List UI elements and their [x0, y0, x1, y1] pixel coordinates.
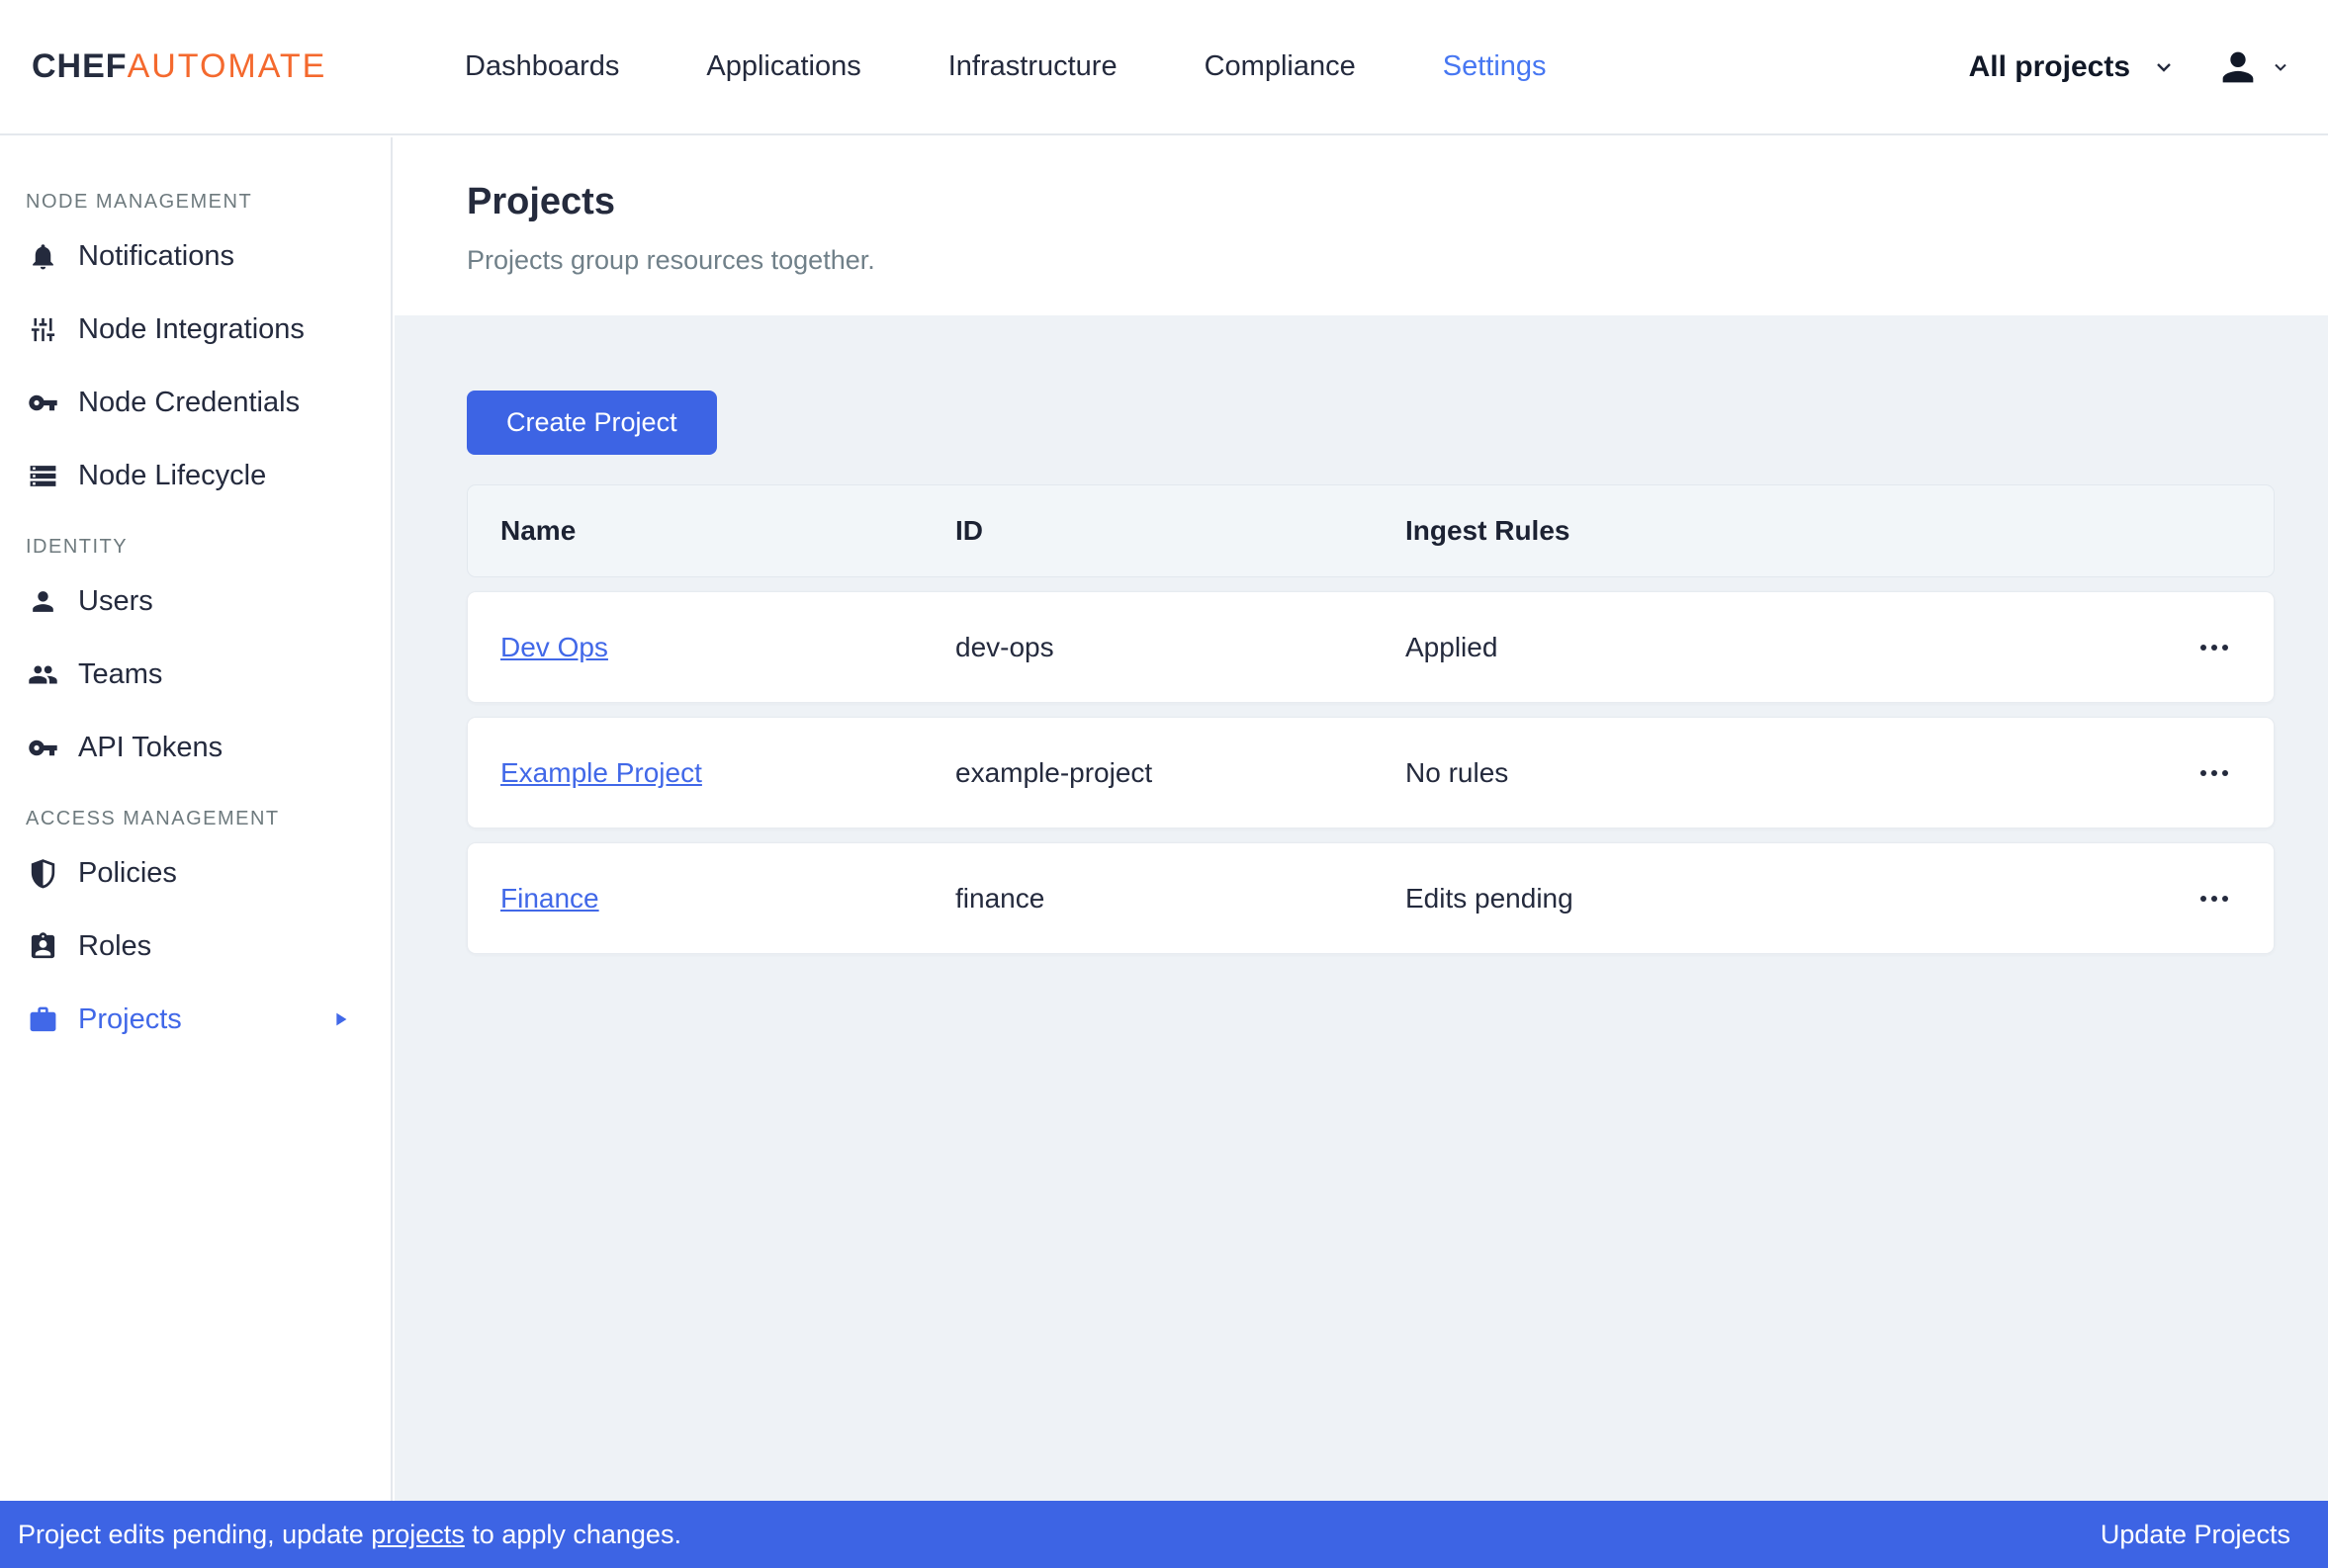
nav-right-controls: All projects: [1969, 44, 2290, 90]
sidebar-item-api-tokens[interactable]: API Tokens: [0, 711, 391, 784]
storage-icon: [28, 461, 58, 491]
sidebar-item-roles[interactable]: Roles: [0, 910, 391, 983]
ellipsis-icon[interactable]: [2194, 633, 2234, 662]
page-subtitle: Projects group resources together.: [467, 245, 2328, 276]
shield-icon: [28, 858, 58, 889]
nav-tabs: Dashboards Applications Infrastructure C…: [465, 50, 1547, 83]
play-arrow-icon[interactable]: [329, 1008, 351, 1030]
column-header-name: Name: [500, 515, 955, 547]
banner-message-prefix: Project edits pending, update: [18, 1520, 371, 1549]
table-row: Example Project example-project No rules: [467, 717, 2275, 828]
pending-edits-banner: Project edits pending, update projects t…: [0, 1501, 2328, 1568]
sidebar-item-label: API Tokens: [78, 732, 223, 764]
project-id: finance: [955, 883, 1405, 915]
banner-projects-link[interactable]: projects: [371, 1520, 465, 1549]
tab-dashboards[interactable]: Dashboards: [465, 50, 619, 83]
sidebar-item-teams[interactable]: Teams: [0, 638, 391, 711]
chef-automate-logo[interactable]: CHEFAUTOMATE: [32, 47, 326, 86]
sidebar-item-projects[interactable]: Projects: [0, 983, 391, 1056]
briefcase-icon: [28, 1004, 58, 1035]
ingest-rules-status: Edits pending: [1405, 883, 2145, 915]
banner-message-suffix: to apply changes.: [465, 1520, 681, 1549]
sidebar-item-label: Roles: [78, 930, 151, 963]
tab-infrastructure[interactable]: Infrastructure: [948, 50, 1118, 83]
sidebar-item-label: Node Integrations: [78, 313, 305, 346]
table-header-row: Name ID Ingest Rules: [467, 484, 2275, 577]
sidebar-item-label: Users: [78, 585, 153, 618]
person-icon: [28, 586, 58, 617]
logo-automate: AUTOMATE: [128, 47, 327, 85]
projects-content: Create Project Name ID Ingest Rules Dev …: [395, 315, 2328, 954]
people-icon: [28, 659, 58, 690]
chevron-down-icon: [2271, 57, 2290, 77]
ingest-rules-status: No rules: [1405, 757, 2145, 789]
column-header-id: ID: [955, 515, 1405, 547]
sidebar-item-label: Node Credentials: [78, 387, 300, 419]
sidebar-item-notifications[interactable]: Notifications: [0, 219, 391, 293]
project-id: dev-ops: [955, 632, 1405, 663]
sidebar-item-node-lifecycle[interactable]: Node Lifecycle: [0, 439, 391, 512]
table-row: Finance finance Edits pending: [467, 842, 2275, 954]
create-project-button[interactable]: Create Project: [467, 391, 717, 455]
logo-chef: CHEF: [32, 47, 128, 85]
badge-icon: [28, 931, 58, 962]
ellipsis-icon[interactable]: [2194, 884, 2234, 914]
main-content: Projects Projects group resources togeth…: [395, 137, 2328, 1501]
sidebar-item-node-credentials[interactable]: Node Credentials: [0, 366, 391, 439]
user-menu[interactable]: [2215, 44, 2290, 90]
sidebar-section-node-management: NODE MANAGEMENT: [26, 191, 391, 214]
banner-message: Project edits pending, update projects t…: [18, 1520, 681, 1550]
sidebar-item-node-integrations[interactable]: Node Integrations: [0, 293, 391, 366]
bell-icon: [28, 241, 58, 272]
sidebar-section-identity: IDENTITY: [26, 536, 391, 559]
column-header-ingest-rules: Ingest Rules: [1405, 515, 2145, 547]
tab-settings[interactable]: Settings: [1443, 50, 1547, 83]
key-icon: [28, 388, 58, 418]
page-header: Projects Projects group resources togeth…: [395, 137, 2328, 315]
settings-sidebar: NODE MANAGEMENT Notifications Node Integ…: [0, 137, 393, 1501]
sidebar-item-label: Projects: [78, 1003, 182, 1036]
sidebar-item-policies[interactable]: Policies: [0, 836, 391, 910]
user-avatar-icon: [2215, 44, 2261, 90]
sidebar-item-label: Policies: [78, 857, 177, 890]
tab-applications[interactable]: Applications: [706, 50, 860, 83]
sidebar-item-users[interactable]: Users: [0, 565, 391, 638]
project-id: example-project: [955, 757, 1405, 789]
page-title: Projects: [467, 181, 2328, 223]
projects-filter-dropdown[interactable]: All projects: [1969, 50, 2176, 84]
key-icon: [28, 733, 58, 763]
ellipsis-icon[interactable]: [2194, 758, 2234, 788]
tab-compliance[interactable]: Compliance: [1205, 50, 1356, 83]
ingest-rules-status: Applied: [1405, 632, 2145, 663]
sidebar-item-label: Node Lifecycle: [78, 460, 266, 492]
projects-filter-label: All projects: [1969, 50, 2130, 84]
project-link-dev-ops[interactable]: Dev Ops: [500, 632, 608, 662]
update-projects-button[interactable]: Update Projects: [2101, 1520, 2290, 1550]
sidebar-item-label: Notifications: [78, 240, 234, 273]
sidebar-section-access-management: ACCESS MANAGEMENT: [26, 808, 391, 830]
project-link-finance[interactable]: Finance: [500, 883, 599, 914]
chevron-down-icon: [2152, 55, 2176, 79]
sidebar-item-label: Teams: [78, 658, 162, 691]
top-navigation-bar: CHEFAUTOMATE Dashboards Applications Inf…: [0, 0, 2328, 135]
project-link-example-project[interactable]: Example Project: [500, 757, 702, 788]
projects-table: Name ID Ingest Rules Dev Ops dev-ops App…: [467, 484, 2275, 954]
table-row: Dev Ops dev-ops Applied: [467, 591, 2275, 703]
sliders-icon: [28, 314, 58, 345]
